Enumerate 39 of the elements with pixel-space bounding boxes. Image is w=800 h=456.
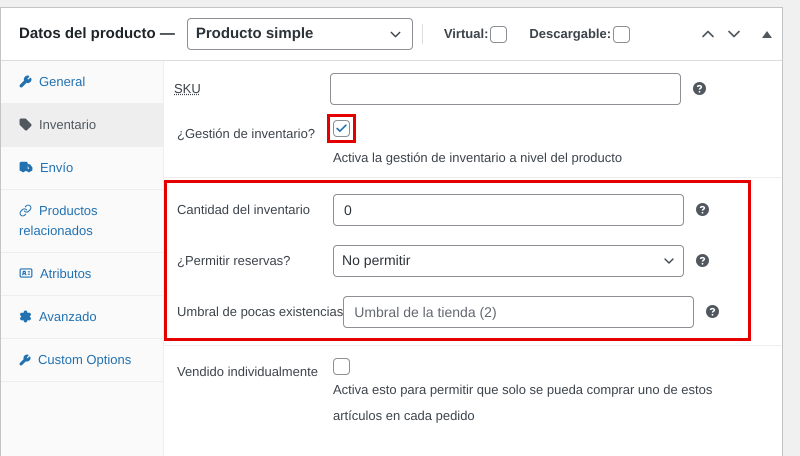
help-icon[interactable] [706,305,720,318]
field-label: Cantidad del inventario [177,202,310,216]
field-label: ¿Gestión de inventario? [177,126,316,141]
option-label: Descargable: [529,25,612,44]
card-icon [19,266,33,280]
checkbox[interactable] [490,26,508,42]
collapse-icon[interactable] [762,30,772,38]
sidebar-tab[interactable]: Custom Options [1,339,163,382]
sidebar-tab[interactable]: Atributos [1,253,163,296]
sidebar-tab[interactable]: Envío [1,147,163,190]
select-field[interactable]: No permitir [333,244,684,276]
help-icon[interactable] [693,82,706,95]
sidebar-tab[interactable]: Productos relacionados [1,190,163,253]
field-label: ¿Permitir reservas? [177,252,290,268]
product-type-select[interactable]: Producto simple [186,18,413,50]
checkbox[interactable] [333,120,350,137]
help-icon[interactable] [696,254,709,267]
help-icon[interactable] [696,203,709,216]
option-label: Virtual: [444,25,488,44]
checkbox[interactable] [333,358,350,375]
panel-title: Datos del producto — [19,24,175,44]
field-label: Vendido individualmente [177,364,318,379]
checkbox[interactable] [613,26,630,42]
field-description: Activa la gestión de inventario a nivel del producto [333,149,624,167]
check-icon [335,122,348,135]
field-description: Activa esto para permitir que solo se pueda comprar uno de estos artículos en cada pedido [333,381,714,425]
field-label: SKU [174,80,201,96]
input-field[interactable]: Umbral de la tienda (2) [343,296,694,328]
sidebar-tab[interactable]: Avanzado [1,296,163,339]
field-label: Umbral de pocas existencias [177,304,344,318]
input-field[interactable]: 0 [333,194,684,226]
input-field[interactable] [330,72,681,104]
sidebar-tab[interactable]: Inventario [1,104,163,147]
tag-icon [19,118,32,131]
truck-icon [19,160,33,174]
wrench-icon [19,75,32,88]
wrench-icon [19,354,31,366]
link-icon [19,204,32,217]
gear-icon [19,310,32,323]
